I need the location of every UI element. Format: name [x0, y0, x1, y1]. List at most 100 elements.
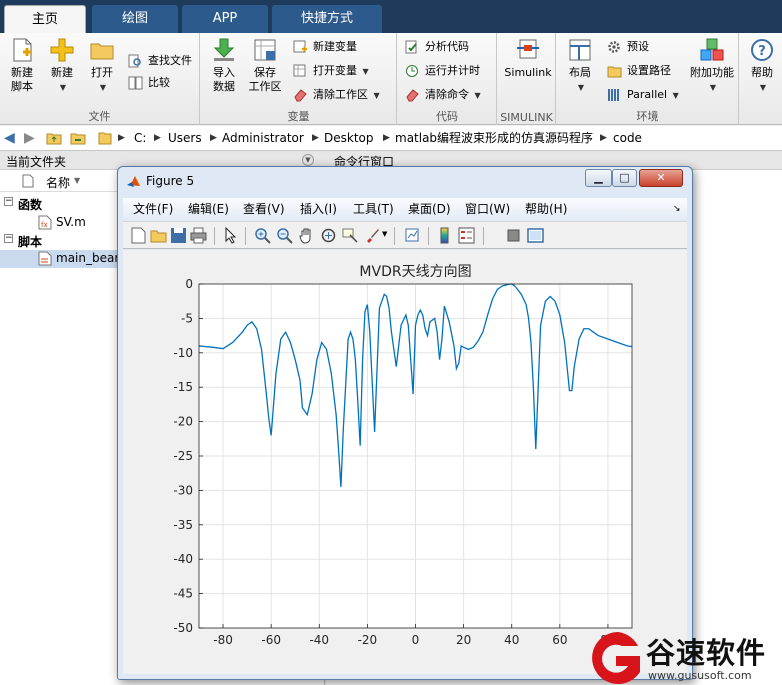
open-file-icon[interactable] [150, 227, 167, 244]
new-script-label: 新建 脚本 [11, 66, 33, 93]
open-button[interactable]: 打开 ▼ [82, 37, 122, 95]
m-file-icon: fx [38, 215, 52, 230]
zoom-out-icon[interactable] [276, 227, 293, 244]
pointer-arrow-icon[interactable] [222, 227, 239, 244]
menu-help[interactable]: 帮助(H) [525, 201, 567, 217]
breadcrumb-separator-icon: ▶ [118, 133, 125, 143]
breadcrumb-users[interactable]: Users [168, 130, 202, 146]
eraser-icon [406, 89, 419, 102]
menu-insert[interactable]: 插入(I) [300, 201, 337, 217]
figure-menu-bar: 文件(F) 编辑(E) 查看(V) 插入(I) 工具(T) 桌面(D) 窗口(W… [123, 198, 687, 220]
compare-icon [128, 76, 143, 90]
up-folder-icon[interactable] [46, 130, 62, 146]
new-variable-button[interactable]: 新建变量 [293, 37, 357, 57]
breadcrumb-project[interactable]: matlab编程波束形成的仿真源码程序 [395, 130, 593, 146]
data-cursor-icon[interactable] [342, 227, 359, 244]
parallel-label: Parallel [627, 88, 668, 101]
breadcrumb-administrator[interactable]: Administrator [222, 130, 304, 146]
environment-group-label: 环境 [636, 110, 659, 123]
show-plot-tools-icon[interactable] [527, 227, 544, 244]
script-file-icon [38, 251, 52, 266]
ribbon-tab-bar: 主页 绘图 APP 快捷方式 [0, 0, 782, 33]
name-column-label: 名称 [46, 176, 71, 190]
breadcrumb-desktop[interactable]: Desktop [324, 130, 374, 146]
y-tick-label: -35 [173, 518, 193, 532]
layout-label: 布局 [569, 66, 591, 79]
plus-icon [50, 38, 74, 62]
save-workspace-icon [254, 39, 276, 61]
zoom-in-icon[interactable] [254, 227, 271, 244]
minimize-button[interactable]: ▁ [585, 169, 612, 187]
print-icon[interactable] [190, 227, 207, 244]
y-tick-label: -50 [173, 621, 193, 635]
save-workspace-button[interactable]: 保存 工作区 [245, 37, 285, 94]
hide-plot-tools-icon[interactable] [505, 227, 522, 244]
menu-file[interactable]: 文件(F) [133, 201, 173, 217]
chevron-down-icon: ▼ [362, 67, 369, 76]
simulink-button[interactable]: Simulink [502, 37, 554, 80]
figure-window[interactable]: Figure 5 ▁ □ ✕ 文件(F) 编辑(E) 查看(V) 插入(I) 工… [117, 166, 693, 680]
tab-plots[interactable]: 绘图 [92, 5, 178, 33]
close-button[interactable]: ✕ [639, 169, 683, 187]
help-button[interactable]: ? 帮助 ▼ [742, 37, 782, 95]
folder-icon [607, 66, 622, 78]
open-label: 打开 [91, 66, 113, 79]
new-figure-icon[interactable] [130, 227, 147, 244]
set-path-button[interactable]: 设置路径 [607, 61, 671, 81]
analyze-icon [405, 40, 417, 54]
save-icon[interactable] [170, 227, 187, 244]
layout-button[interactable]: 布局 ▼ [560, 37, 600, 95]
new-button[interactable]: 新建 ▼ [42, 37, 82, 95]
collapse-icon[interactable]: − [4, 234, 13, 243]
find-files-button[interactable]: 查找文件 [128, 51, 192, 71]
chevron-down-icon: ▼ [99, 83, 107, 92]
menu-window[interactable]: 窗口(W) [465, 201, 510, 217]
new-script-button[interactable]: 新建 脚本 [2, 37, 42, 94]
mvdr-pattern-plot[interactable]: -80-60-40-200204060800-5-10-15-20-25-30-… [123, 250, 687, 674]
brush-icon[interactable] [364, 227, 381, 244]
parallel-icon [608, 89, 619, 101]
compare-button[interactable]: 比较 [128, 73, 170, 93]
pan-hand-icon[interactable] [298, 227, 315, 244]
toolbar-separator [428, 227, 429, 245]
legend-icon[interactable] [458, 227, 475, 244]
breadcrumb-code[interactable]: code [613, 130, 642, 146]
chevron-down-icon[interactable]: ▼ [382, 230, 387, 238]
preferences-button[interactable]: 预设 [607, 37, 649, 57]
menu-tools[interactable]: 工具(T) [353, 201, 394, 217]
browse-folder-icon[interactable] [70, 130, 86, 146]
figure-title-bar[interactable]: Figure 5 ▁ □ ✕ [118, 167, 692, 197]
ribbon-group-file: 新建 脚本 新建 ▼ 打开 ▼ 查找文件 比较 文件 [0, 33, 200, 125]
parallel-button[interactable]: Parallel ▼ [607, 85, 679, 105]
clear-workspace-button[interactable]: 清除工作区 ▼ [293, 85, 380, 105]
maximize-button[interactable]: □ [612, 169, 637, 187]
clear-commands-button[interactable]: 清除命令 ▼ [405, 85, 481, 105]
run-and-time-button[interactable]: 运行并计时 [405, 61, 480, 81]
code-group-label: 代码 [436, 110, 458, 123]
menu-edit[interactable]: 编辑(E) [188, 201, 229, 217]
tab-shortcuts[interactable]: 快捷方式 [272, 5, 382, 33]
menu-view[interactable]: 查看(V) [243, 201, 285, 217]
forward-arrow-icon[interactable]: ▶ [24, 130, 35, 146]
import-data-button[interactable]: 导入 数据 [204, 37, 244, 94]
x-tick-label: 60 [552, 633, 567, 647]
open-variable-button[interactable]: 打开变量 ▼ [293, 61, 369, 81]
tab-home[interactable]: 主页 [4, 5, 86, 33]
link-plot-icon[interactable] [404, 227, 421, 244]
y-tick-label: -5 [181, 311, 193, 325]
dock-arrow-icon[interactable]: ↘ [673, 201, 681, 217]
breadcrumb-drive[interactable]: C: [134, 130, 146, 146]
menu-desktop[interactable]: 桌面(D) [408, 201, 451, 217]
y-tick-label: -40 [173, 552, 193, 566]
addons-button[interactable]: 附加功能 ▼ [689, 37, 735, 95]
preferences-label: 预设 [627, 40, 649, 53]
collapse-icon[interactable]: − [4, 197, 13, 206]
analyze-code-button[interactable]: 分析代码 [405, 37, 469, 57]
panel-actions-icon[interactable]: ▼ [302, 154, 314, 166]
colorbar-icon[interactable] [436, 227, 453, 244]
tab-apps[interactable]: APP [182, 5, 268, 33]
back-arrow-icon[interactable]: ◀ [4, 130, 15, 146]
rotate-3d-icon[interactable] [320, 227, 337, 244]
figure-canvas[interactable]: -80-60-40-200204060800-5-10-15-20-25-30-… [123, 250, 687, 674]
matlab-logo-icon [127, 176, 140, 187]
